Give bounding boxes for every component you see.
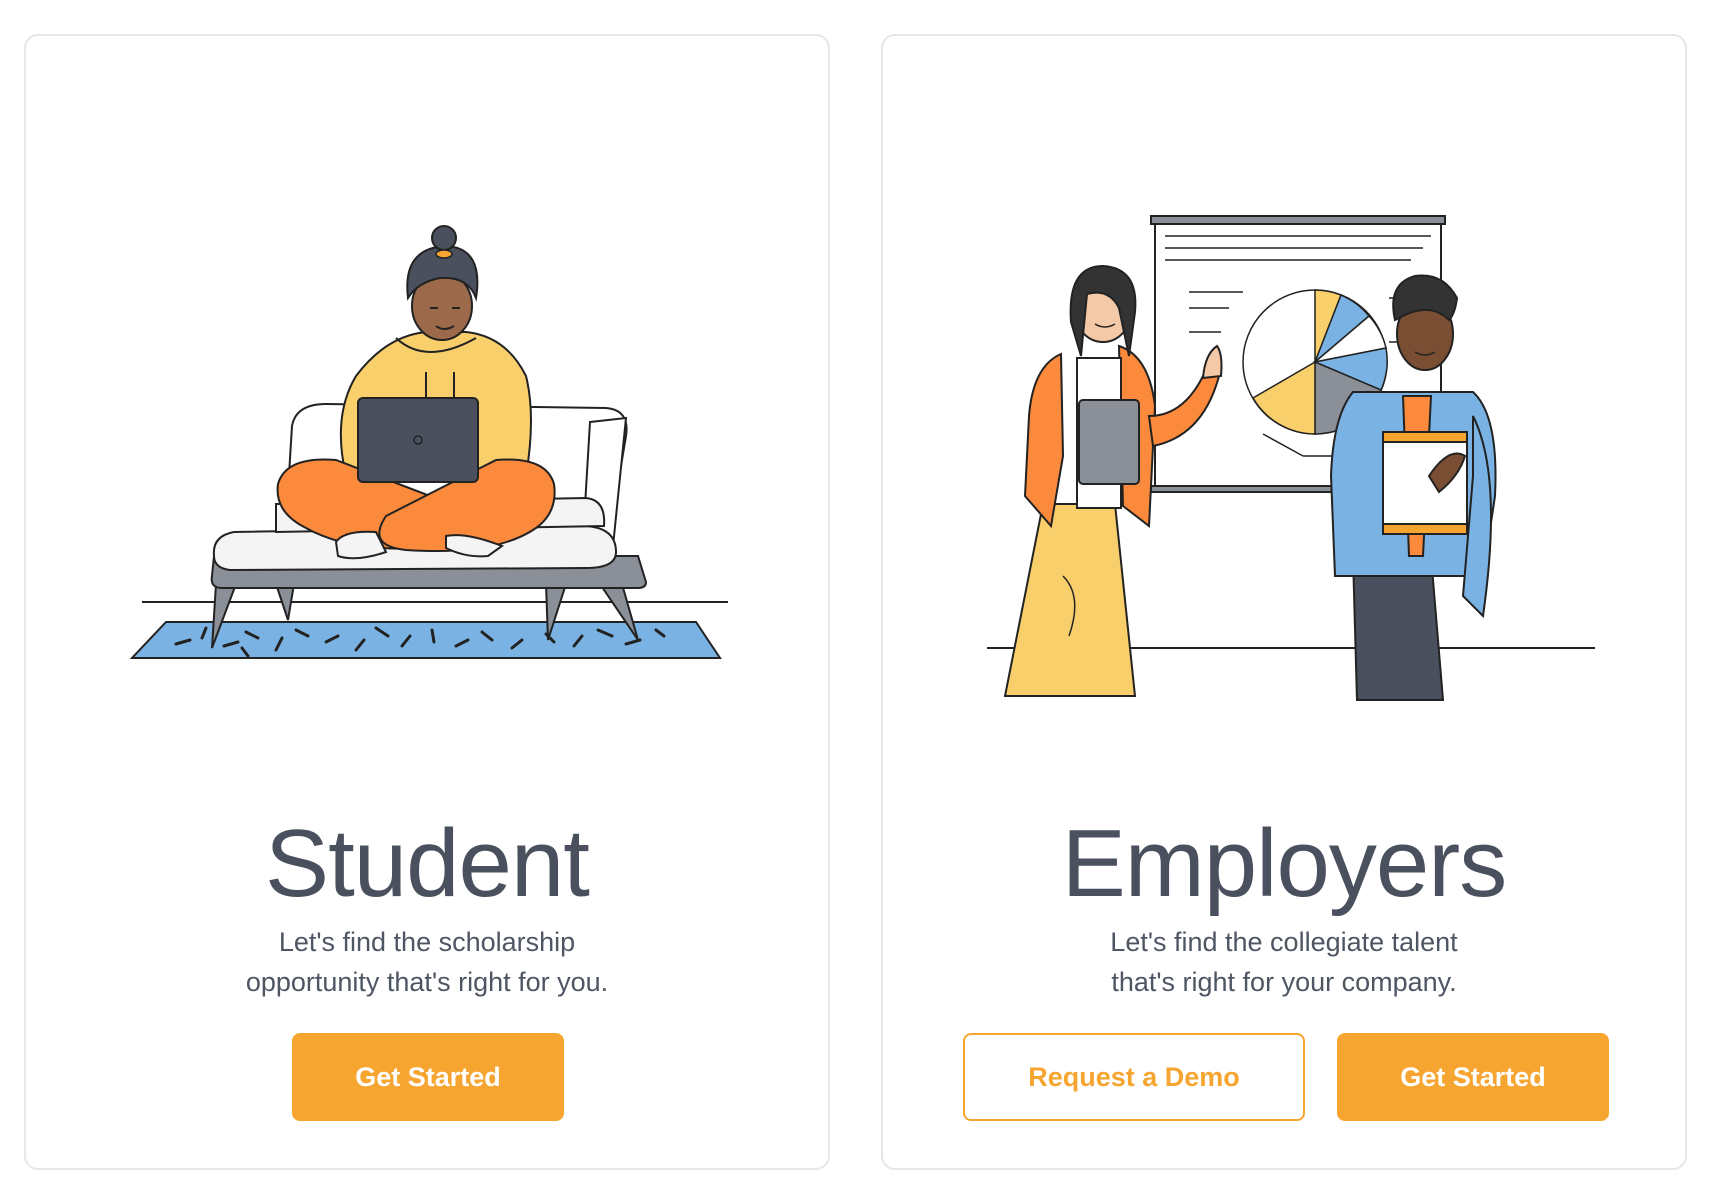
request-demo-button[interactable]: Request a Demo <box>963 1033 1305 1121</box>
student-description-line-2: opportunity that's right for you. <box>245 967 609 997</box>
employer-get-started-button[interactable]: Get Started <box>1337 1033 1609 1121</box>
employer-card: Employers Let's find the collegiate tale… <box>881 34 1687 1170</box>
employer-description-line-1: Let's find the collegiate talent <box>1110 927 1458 957</box>
page: Student Let's find the scholarship oppor… <box>0 0 1710 1178</box>
employer-description-line-2: that's right for your company. <box>1111 967 1457 997</box>
student-description: Let's find the scholarship opportunity t… <box>26 922 828 1002</box>
student-illustration-icon <box>129 225 728 659</box>
student-get-started-button[interactable]: Get Started <box>292 1033 564 1121</box>
student-description-line-1: Let's find the scholarship <box>278 927 576 957</box>
employer-illustration-icon <box>987 215 1595 701</box>
student-title: Student <box>265 810 590 917</box>
student-card: Student Let's find the scholarship oppor… <box>24 34 830 1170</box>
employer-description: Let's find the collegiate talent that's … <box>883 922 1685 1002</box>
employer-title: Employers <box>1061 810 1507 917</box>
